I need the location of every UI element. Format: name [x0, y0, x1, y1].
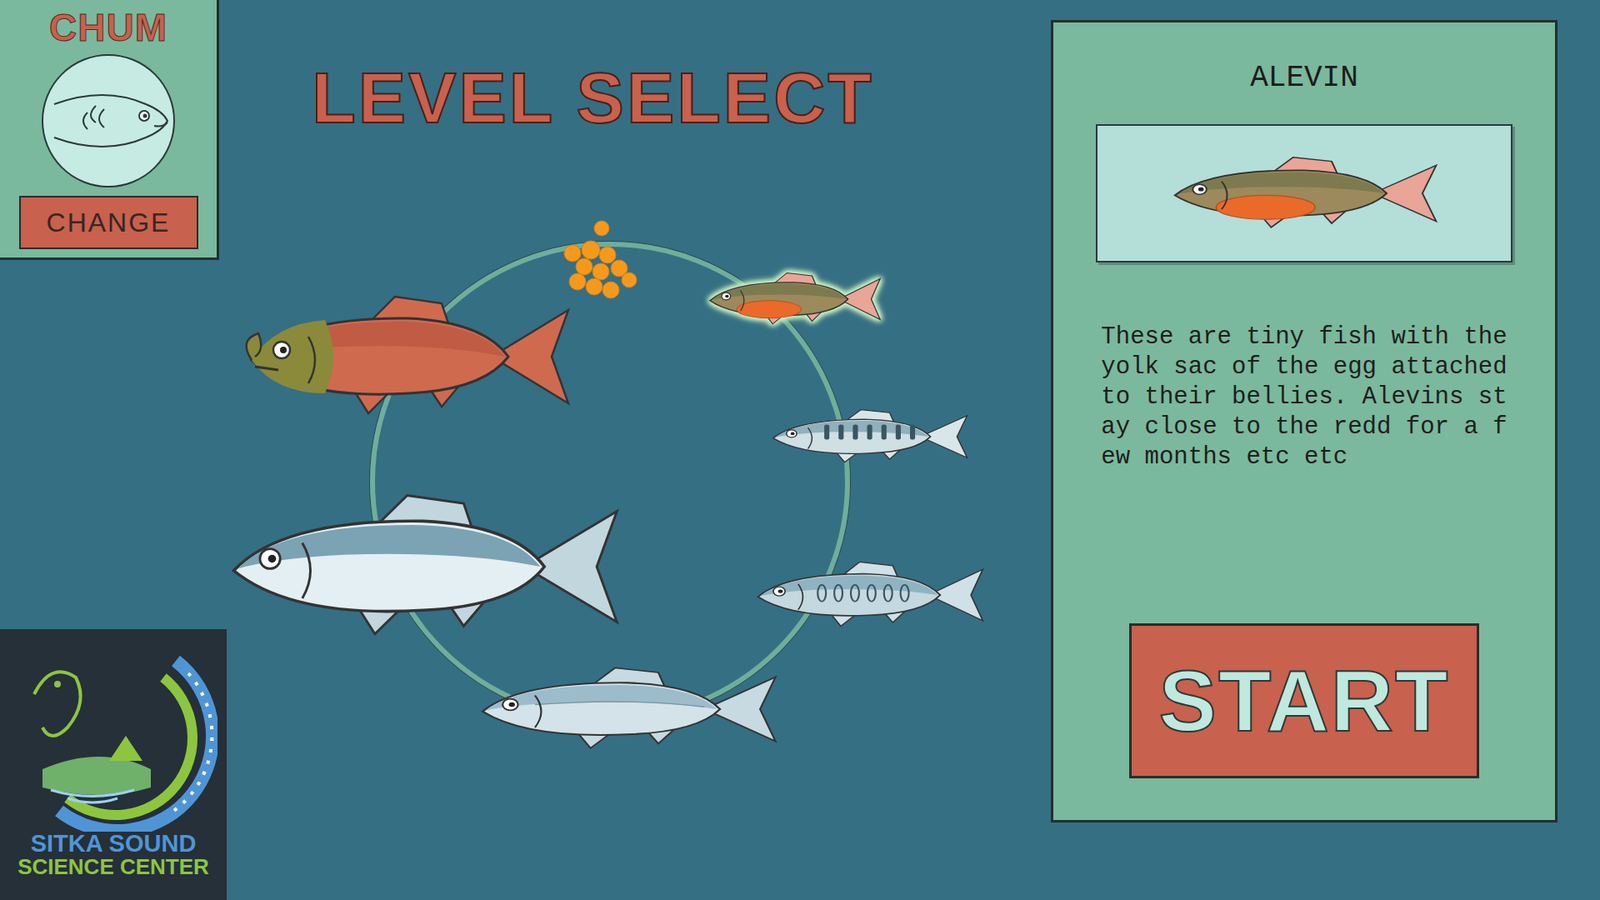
side-column: CHUM CHANGE: [0, 0, 227, 900]
logo-line-1: SITKA SOUND: [30, 831, 197, 856]
fry-icon: [767, 406, 972, 467]
science-center-logo-icon: [9, 644, 218, 832]
level-select-title: LEVEL SELECT: [226, 0, 1051, 167]
stage-description: These are tiny fish with the yolk sac of…: [1100, 322, 1507, 473]
adult-icon: [221, 487, 625, 646]
life-cycle-diagram: [226, 166, 1051, 900]
detail-column: ALEVIN These are tiny fish with the yolk…: [1050, 0, 1600, 900]
alevin-picture-icon: [1166, 153, 1442, 234]
stage-title: ALEVIN: [1250, 55, 1359, 101]
level-select-screen: CHUM CHANGE: [0, 0, 1600, 900]
parr-icon: [750, 558, 988, 632]
chum-head-icon: [45, 79, 171, 163]
stage-button[interactable]: [750, 558, 988, 632]
stage-button[interactable]: [473, 663, 782, 755]
start-button[interactable]: START: [1129, 623, 1480, 779]
stage-picture: [1095, 124, 1513, 263]
stage-button[interactable]: [241, 290, 575, 424]
alevin-icon: [705, 270, 885, 329]
logo-line-2: SCIENCE CENTER: [17, 855, 210, 879]
change-button[interactable]: CHANGE: [19, 195, 199, 250]
stage-detail-panel: ALEVIN These are tiny fish with the yolk…: [1050, 20, 1558, 823]
level-area: LEVEL SELECT: [226, 0, 1051, 900]
spawner-icon: [241, 290, 575, 424]
egg-icon: [555, 210, 648, 310]
stage-button[interactable]: [221, 487, 625, 646]
stage-button[interactable]: [767, 406, 972, 467]
stage-button[interactable]: [555, 210, 648, 310]
species-label: CHUM: [49, 6, 168, 50]
smolt-icon: [473, 663, 782, 755]
logo-panel: SITKA SOUND SCIENCE CENTER: [0, 629, 227, 900]
species-panel: CHUM CHANGE: [0, 0, 220, 260]
stage-button[interactable]: [705, 270, 885, 329]
species-fish-icon: [41, 54, 175, 188]
